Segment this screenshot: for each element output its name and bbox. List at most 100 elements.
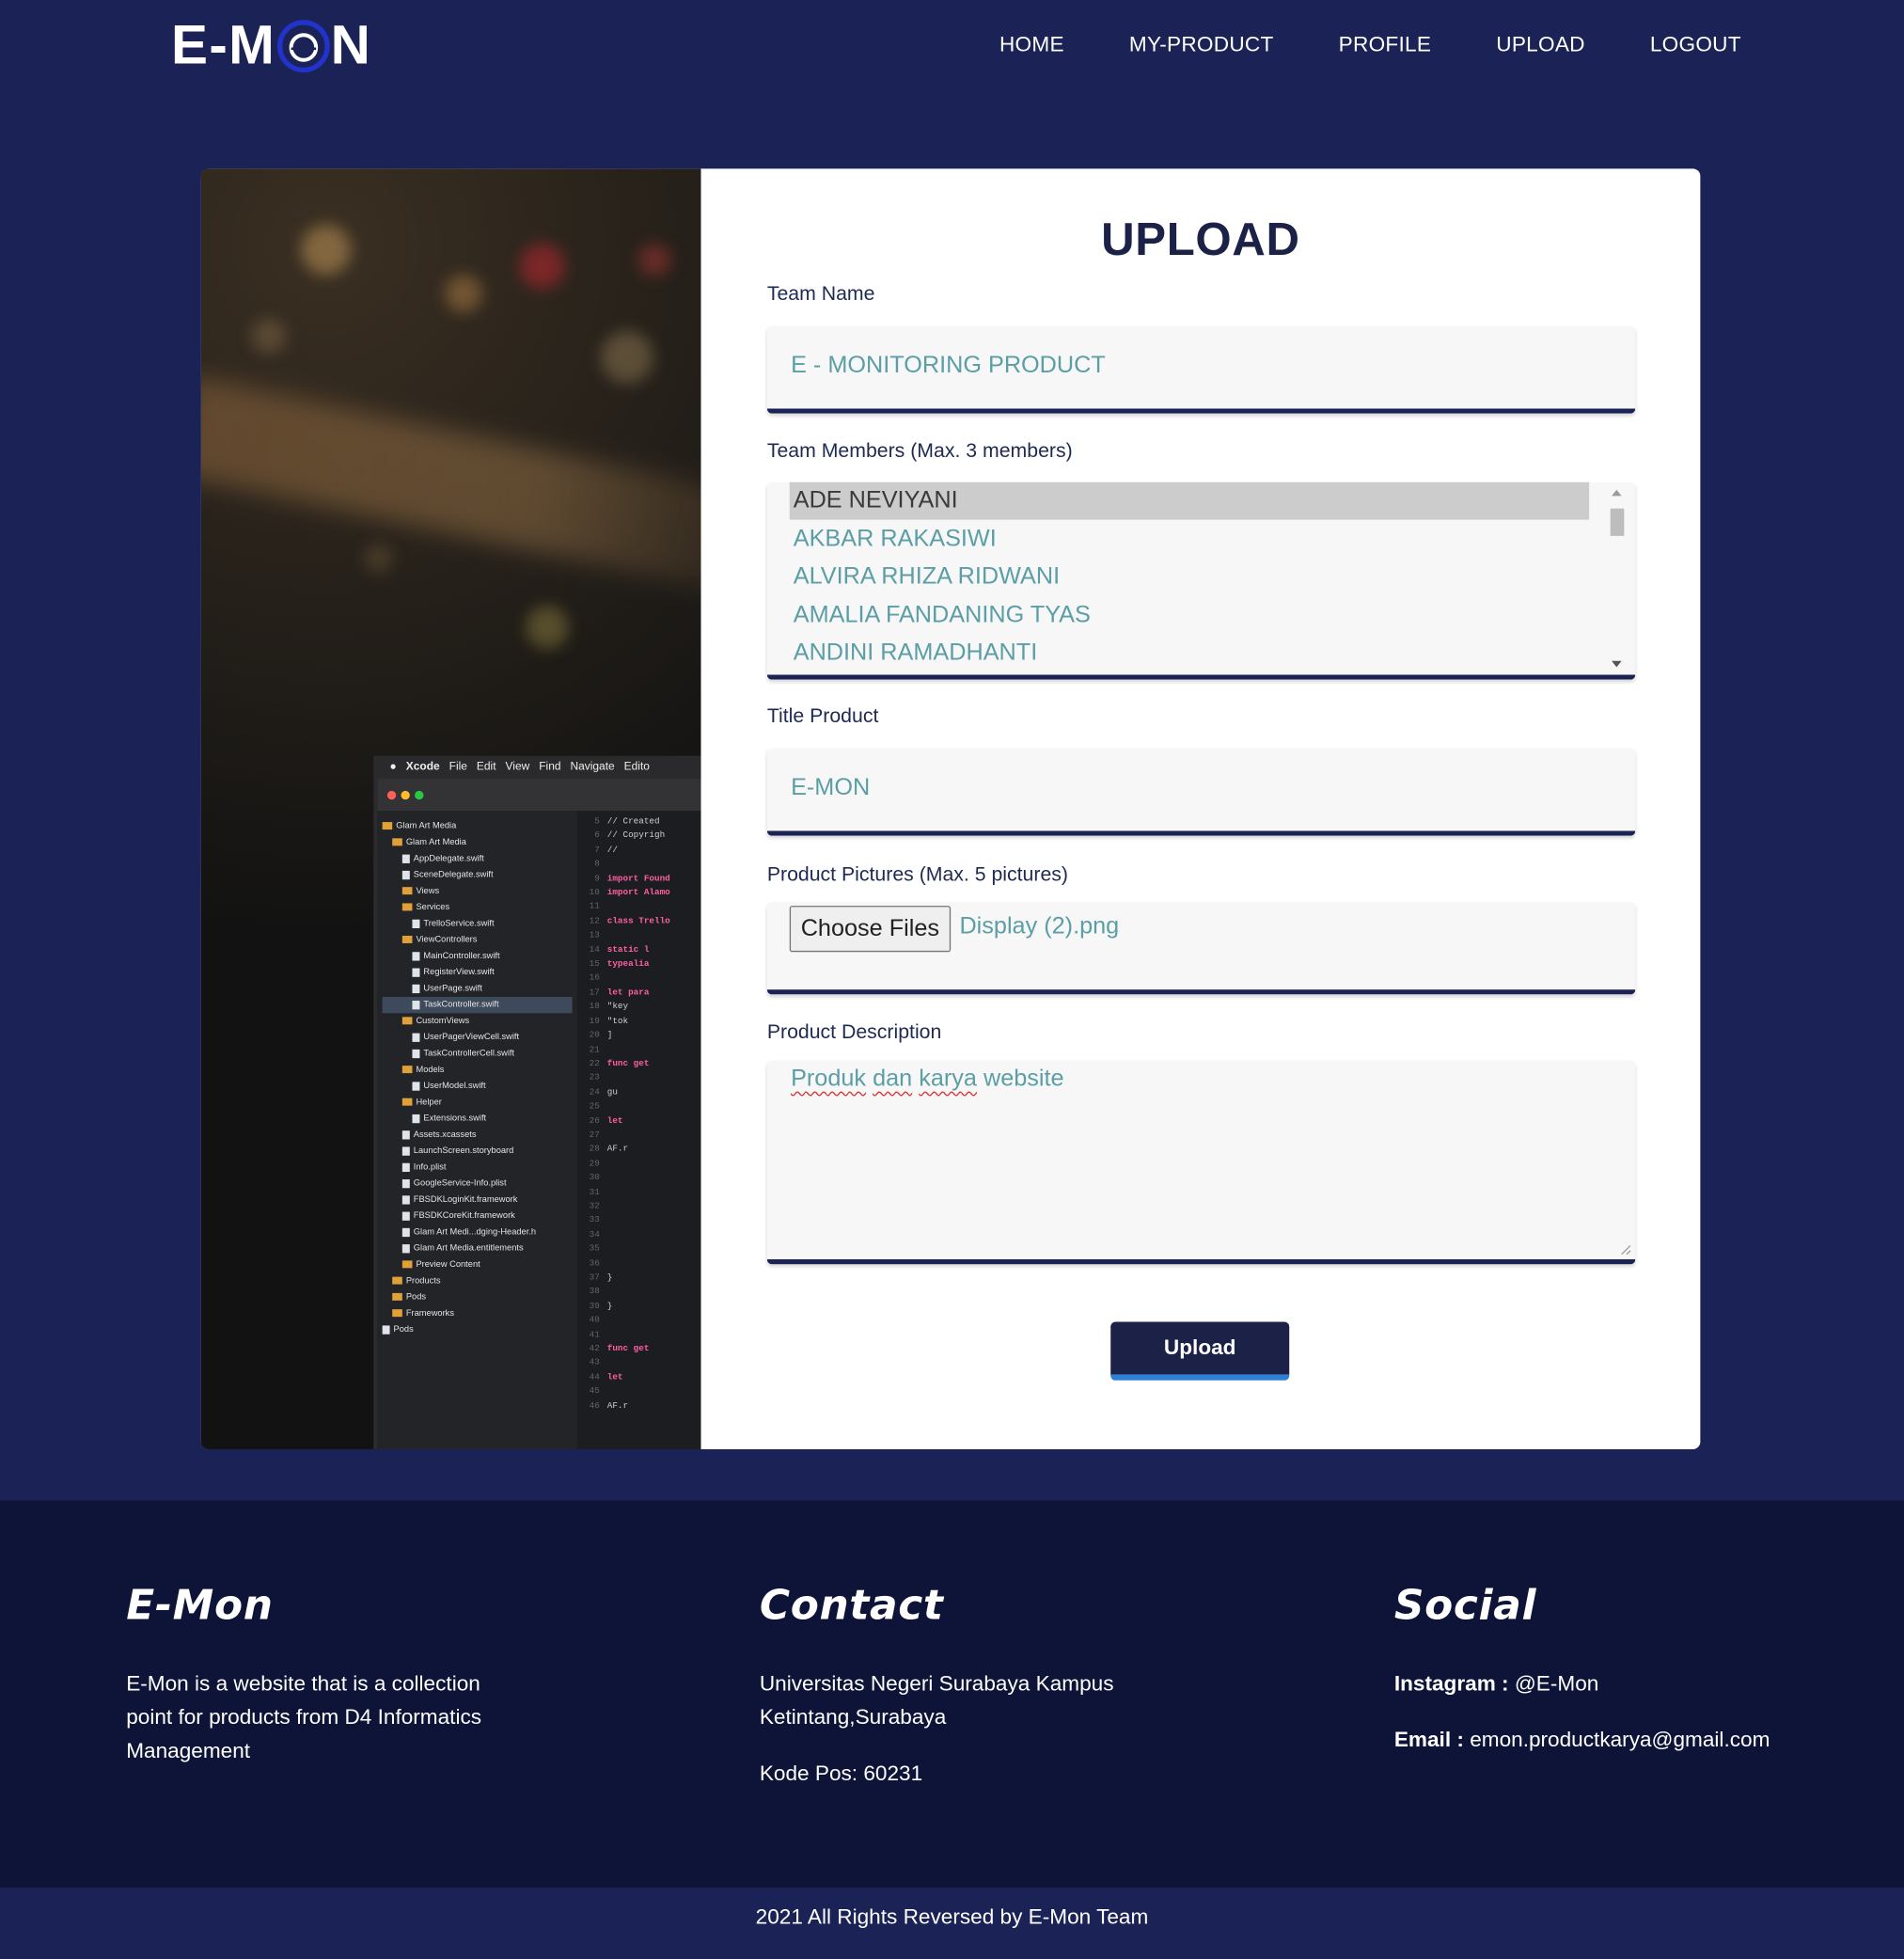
line-number: 21 bbox=[589, 1045, 600, 1055]
product-pictures-field: Choose Files Display (2).png bbox=[766, 902, 1636, 995]
list-option[interactable]: ALVIRA RHIZA RIDWANI bbox=[790, 559, 1589, 596]
choose-files-button[interactable]: Choose Files bbox=[789, 906, 951, 953]
file-icon bbox=[401, 1146, 410, 1156]
scroll-up-arrow-icon[interactable] bbox=[1612, 489, 1622, 497]
xcode-code-line: 36 bbox=[582, 1257, 700, 1272]
code-text: import Found bbox=[606, 874, 670, 885]
laptop-photo: ● Xcode File Edit View Find Navigate Edi… bbox=[200, 168, 701, 1449]
line-number: 34 bbox=[589, 1230, 600, 1240]
list-option[interactable]: AKBAR RAKASIWI bbox=[790, 521, 1589, 559]
xcode-tree-label: Glam Art Media bbox=[405, 838, 466, 847]
bokeh-light bbox=[445, 275, 482, 313]
xcode-code-line: 41 bbox=[582, 1329, 700, 1343]
nav-home[interactable]: HOME bbox=[999, 33, 1064, 58]
xcode-tree-item: Pods bbox=[383, 1289, 573, 1305]
file-icon bbox=[401, 1162, 410, 1172]
email-link[interactable]: emon.productkarya@gmail.com bbox=[1470, 1728, 1770, 1751]
xcode-tree-label: Extensions.swift bbox=[423, 1114, 487, 1124]
xcode-code-line: 9 import Found bbox=[582, 873, 700, 887]
team-name-input[interactable]: E - MONITORING PRODUCT bbox=[766, 325, 1636, 414]
title-product-value: E-MON bbox=[791, 774, 871, 801]
xcode-tree-item: Glam Art Media bbox=[383, 834, 573, 850]
list-option[interactable]: AMALIA FANDANING TYAS bbox=[790, 597, 1589, 635]
line-number: 23 bbox=[589, 1073, 600, 1084]
xcode-code-line: 14 static l bbox=[582, 944, 700, 958]
xcode-tree-label: CustomViews bbox=[416, 1017, 470, 1026]
xcode-tree-label: FBSDKCoreKit.framework bbox=[413, 1211, 515, 1221]
xcode-code-line: 44 let bbox=[582, 1371, 700, 1385]
team-members-listbox[interactable]: ADE NEVIYANI AKBAR RAKASIWI ALVIRA RHIZA… bbox=[766, 482, 1636, 680]
line-number: 25 bbox=[589, 1101, 600, 1113]
xcode-tree-item: Products bbox=[383, 1273, 573, 1289]
xcode-code-line: 38 bbox=[582, 1286, 700, 1300]
line-number: 29 bbox=[589, 1159, 600, 1170]
xcode-tree-label: AppDelegate.swift bbox=[413, 854, 484, 863]
code-text: import Alamo bbox=[606, 888, 670, 899]
code-text: func get bbox=[606, 1344, 650, 1355]
xcode-tree-item: SceneDelegate.swift bbox=[383, 867, 573, 883]
xcode-code-line: 43 bbox=[582, 1357, 700, 1371]
nav-upload[interactable]: UPLOAD bbox=[1496, 33, 1584, 58]
nav-profile[interactable]: PROFILE bbox=[1339, 33, 1432, 58]
xcode-code-line: 34 bbox=[582, 1229, 700, 1243]
xcode-tree-item: Extensions.swift bbox=[383, 1111, 573, 1127]
code-text: class Trello bbox=[606, 916, 670, 927]
xcode-tree-item: Glam Art Media.entitlements bbox=[383, 1240, 573, 1256]
scroll-thumb[interactable] bbox=[1610, 508, 1625, 536]
line-number: 5 bbox=[594, 816, 600, 828]
line-number: 17 bbox=[589, 987, 600, 999]
line-number: 26 bbox=[589, 1115, 600, 1127]
file-icon bbox=[382, 1324, 390, 1335]
title-product-input[interactable]: E-MON bbox=[766, 748, 1636, 836]
resize-grip-icon[interactable] bbox=[1619, 1243, 1631, 1256]
line-number: 39 bbox=[589, 1301, 600, 1312]
xcode-tree-label: Views bbox=[416, 887, 440, 896]
listbox-scrollbar[interactable] bbox=[1608, 486, 1626, 671]
footer-contact-heading: Contact bbox=[759, 1580, 944, 1630]
xcode-code-line: 46 AF.r bbox=[582, 1400, 700, 1414]
line-number: 16 bbox=[589, 973, 600, 985]
footer-address-line: Universitas Negeri Surabaya Kampus bbox=[759, 1671, 1114, 1696]
product-description-textarea[interactable]: Produk dan karya website bbox=[766, 1060, 1636, 1265]
line-number: 31 bbox=[589, 1187, 600, 1198]
logo[interactable]: E-M N bbox=[171, 14, 371, 77]
xcode-tree-label: Helper bbox=[416, 1098, 442, 1107]
nav-logout[interactable]: LOGOUT bbox=[1650, 33, 1741, 58]
xcode-code-line: 15 typealia bbox=[582, 958, 700, 972]
code-text: // Copyrigh bbox=[606, 830, 666, 842]
bokeh-light bbox=[251, 318, 287, 354]
xcode-tree-item: MainController.swift bbox=[383, 948, 573, 964]
nav-my-product[interactable]: MY-PRODUCT bbox=[1129, 33, 1274, 58]
footer-about: E-Mon E-Mon is a website that is a colle… bbox=[126, 1580, 625, 1767]
bokeh-light bbox=[363, 543, 394, 574]
line-number: 11 bbox=[589, 902, 600, 913]
list-option[interactable]: ADE NEVIYANI bbox=[789, 482, 1590, 520]
bokeh-light bbox=[519, 244, 565, 289]
folder-icon bbox=[392, 1309, 402, 1318]
xcode-menu-item: File bbox=[448, 759, 467, 772]
xcode-tree-label: Info.plist bbox=[413, 1162, 447, 1173]
xcode-tree-label: UserPagerViewCell.swift bbox=[423, 1033, 520, 1042]
code-text: "key bbox=[606, 1002, 629, 1013]
bokeh-light bbox=[301, 225, 352, 276]
footer: E-Mon E-Mon is a website that is a colle… bbox=[0, 1500, 1904, 1888]
footer-about-heading: E-Mon bbox=[126, 1580, 274, 1630]
xcode-tree-item: LaunchScreen.storyboard bbox=[383, 1143, 573, 1159]
xcode-code-line: 11 bbox=[582, 901, 700, 915]
xcode-tree-label: FBSDKLoginKit.framework bbox=[413, 1195, 518, 1205]
xcode-tree-label: Products bbox=[405, 1276, 441, 1286]
title-product-label: Title Product bbox=[766, 705, 879, 728]
file-icon bbox=[401, 1211, 410, 1221]
code-text: let para bbox=[606, 987, 650, 999]
window-minimize-dot bbox=[401, 790, 410, 799]
xcode-tree-item: Preview Content bbox=[383, 1256, 573, 1272]
logo-text-prefix: E-M bbox=[171, 14, 276, 77]
list-option[interactable]: ANDINI RAMADHANTI bbox=[790, 635, 1589, 672]
upload-card: ● Xcode File Edit View Find Navigate Edi… bbox=[200, 168, 1701, 1449]
instagram-link[interactable]: @E-Mon bbox=[1515, 1671, 1598, 1695]
scroll-down-arrow-icon[interactable] bbox=[1612, 660, 1622, 668]
line-number: 12 bbox=[589, 916, 600, 927]
description-word: website bbox=[983, 1066, 1064, 1093]
upload-submit-button[interactable]: Upload bbox=[1110, 1321, 1290, 1381]
line-number: 42 bbox=[589, 1344, 600, 1355]
